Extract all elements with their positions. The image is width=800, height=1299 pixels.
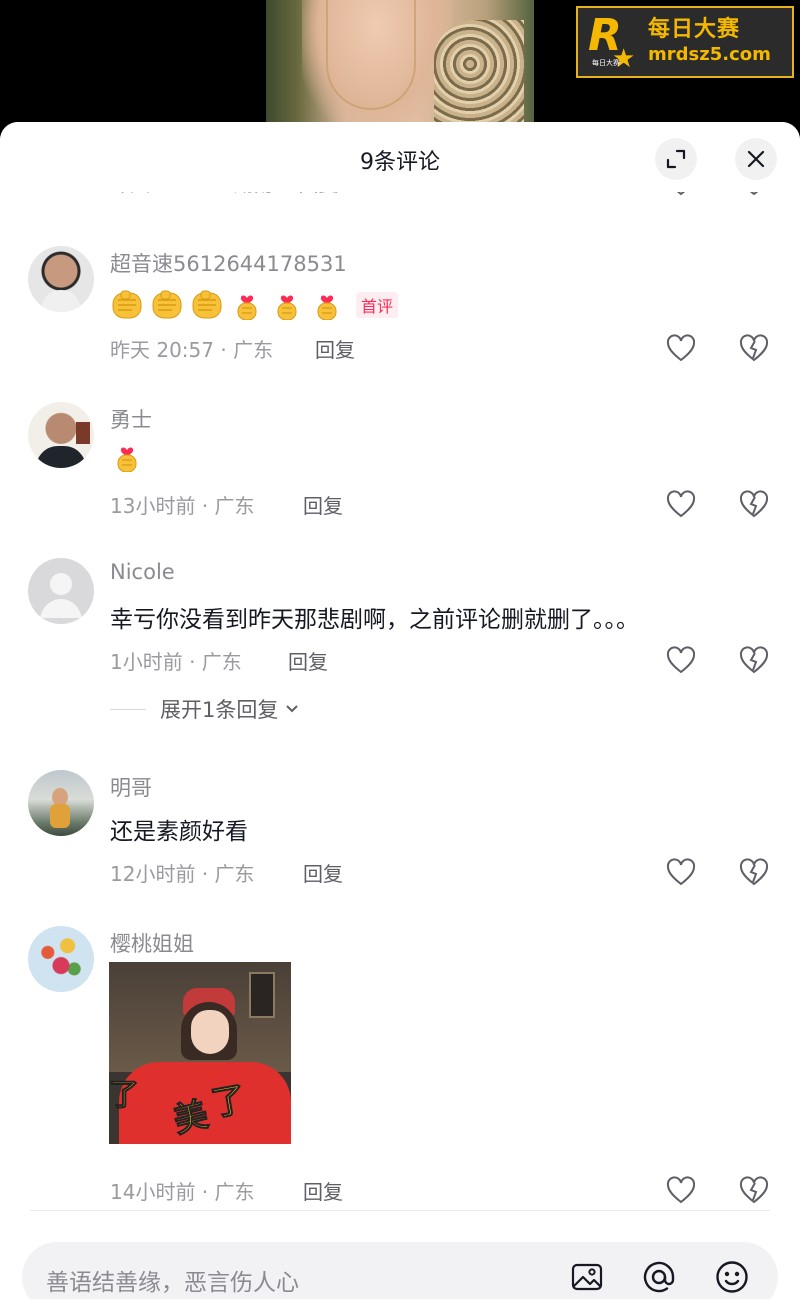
- divider: [30, 1210, 770, 1211]
- comment-input[interactable]: 善语结善缘，恶言伤人心: [22, 1242, 778, 1299]
- comment-author[interactable]: 明哥: [110, 772, 152, 802]
- at-icon[interactable]: [642, 1260, 676, 1294]
- avatar[interactable]: [28, 402, 94, 468]
- comment-author[interactable]: 超音速5612644178531: [110, 248, 347, 278]
- close-button[interactable]: [735, 138, 777, 180]
- first-comment-badge: 首评: [356, 292, 399, 318]
- dislike-icon[interactable]: [739, 490, 769, 518]
- comment-emoji-row: [110, 288, 344, 320]
- expand-replies-label: 展开1条回复: [160, 698, 279, 722]
- fist-emoji-icon: [112, 290, 142, 319]
- heart-icon[interactable]: [666, 490, 696, 518]
- comment-meta: 昨天 20:57 · 广东: [110, 338, 274, 362]
- fist-emoji-icon: [152, 290, 182, 319]
- finger-heart-emoji-icon: [317, 295, 337, 320]
- comment-meta: 1小时前 · 广东: [110, 650, 242, 674]
- watermark: R ★ 每日大赛 每日大赛 mrdsz5.com: [576, 6, 794, 78]
- reply-button[interactable]: 回复: [315, 334, 355, 363]
- default-avatar-icon: [40, 573, 82, 618]
- dislike-icon[interactable]: [739, 334, 769, 362]
- expand-icon: [666, 149, 686, 169]
- dislike-icon[interactable]: [739, 1176, 769, 1204]
- expand-replies-button[interactable]: 展开1条回复: [110, 694, 300, 724]
- dislike-icon[interactable]: [739, 858, 769, 886]
- comment-sheet: 9条评论 昨天 21:35 · 湖南 回复 超音速5612644178531: [0, 122, 800, 1299]
- heart-icon[interactable]: [666, 1176, 696, 1204]
- dislike-icon[interactable]: [739, 646, 769, 674]
- expand-button[interactable]: [655, 138, 697, 180]
- finger-heart-emoji-icon: [117, 447, 137, 472]
- heart-icon[interactable]: [666, 646, 696, 674]
- comment-input-placeholder: 善语结善缘，恶言伤人心: [46, 1270, 299, 1296]
- watermark-url: mrdsz5.com: [648, 44, 771, 65]
- sheet-header: 9条评论: [0, 122, 800, 192]
- reply-button[interactable]: 回复: [288, 646, 328, 675]
- image-icon[interactable]: [570, 1260, 604, 1294]
- finger-heart-emoji-icon: [277, 295, 297, 320]
- reply-button[interactable]: 回复: [303, 858, 343, 887]
- chevron-down-icon: [286, 705, 299, 713]
- avatar[interactable]: [28, 246, 94, 312]
- comment-text: 幸亏你没看到昨天那悲剧啊，之前评论删就删了。。。: [110, 607, 639, 633]
- watermark-title: 每日大赛: [648, 17, 741, 42]
- comment-meta: 13小时前 · 广东: [110, 494, 255, 518]
- finger-heart-emoji-icon: [237, 295, 257, 320]
- comment-author[interactable]: 勇士: [110, 404, 152, 434]
- video-thumbnail: [266, 0, 534, 130]
- avatar[interactable]: [28, 926, 94, 992]
- comment-meta: 14小时前 · 广东: [110, 1180, 255, 1204]
- reply-button[interactable]: 回复: [303, 1176, 343, 1205]
- avatar[interactable]: [28, 770, 94, 836]
- comment-emoji-row: [110, 440, 144, 472]
- reply-button[interactable]: 回复: [303, 490, 343, 519]
- heart-icon[interactable]: [666, 858, 696, 886]
- watermark-logo: R ★ 每日大赛: [588, 10, 636, 74]
- fist-emoji-icon: [192, 290, 222, 319]
- emoji-icon[interactable]: [715, 1260, 749, 1294]
- avatar[interactable]: [28, 558, 94, 624]
- comment-text: 还是素颜好看: [110, 819, 248, 845]
- comment-author[interactable]: Nicole: [110, 560, 175, 584]
- close-icon: [747, 150, 765, 168]
- meme-caption: 了: [109, 1078, 140, 1114]
- meme-image[interactable]: 了 美 了: [109, 962, 291, 1144]
- comment-author[interactable]: 樱桃姐姐: [110, 928, 194, 958]
- heart-icon[interactable]: [666, 334, 696, 362]
- comment-meta: 12小时前 · 广东: [110, 862, 255, 886]
